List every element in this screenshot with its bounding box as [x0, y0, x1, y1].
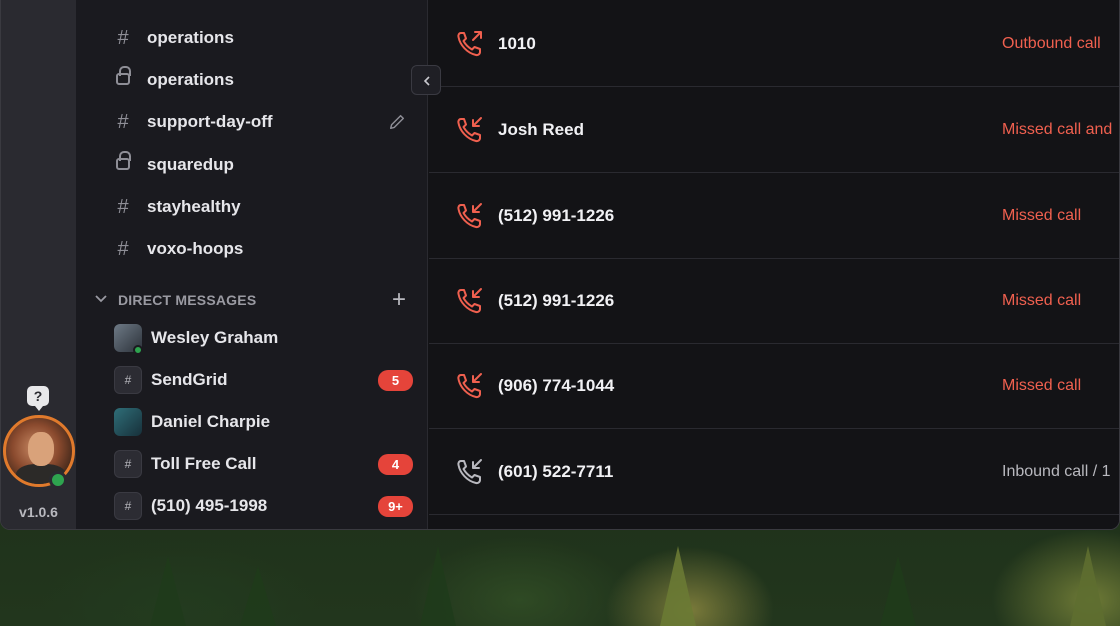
online-status-indicator	[133, 345, 143, 355]
hash-icon: #	[114, 492, 142, 520]
hash-icon: #	[117, 111, 129, 133]
call-row[interactable]: 1010 Outbound call	[429, 1, 1119, 87]
call-row[interactable]: (906) 774-1044 Missed call	[429, 343, 1119, 429]
collapse-sidebar-button[interactable]	[411, 65, 441, 95]
wallpaper-tree	[660, 546, 696, 626]
wallpaper-tree	[150, 556, 186, 626]
lock-icon	[116, 66, 131, 85]
add-dm-button[interactable]: +	[392, 288, 406, 312]
hash-icon: #	[117, 196, 129, 218]
caller-number: 1010	[498, 34, 536, 53]
app-version: v1.0.6	[19, 504, 58, 520]
caller-number: (601) 522-7711	[498, 462, 614, 481]
chevron-left-icon	[423, 76, 430, 86]
avatar	[114, 408, 142, 436]
sidebar-item-operations[interactable]: # operations	[76, 18, 428, 58]
dm-name: SendGrid	[151, 370, 228, 389]
sidebar-item-label: voxo-hoops	[147, 239, 244, 258]
call-row[interactable]: (512) 991-1226 Missed call	[429, 173, 1119, 259]
caller-number: (906) 774-1044	[498, 376, 615, 395]
wallpaper-tree	[420, 546, 456, 626]
missed-call-icon	[457, 373, 482, 399]
dm-item-sendgrid[interactable]: # SendGrid 5	[76, 359, 428, 401]
call-status: Missed call and	[1002, 121, 1113, 138]
hash-icon: #	[114, 450, 142, 478]
sidebar-item-voxo-hoops[interactable]: # voxo-hoops	[76, 229, 428, 269]
call-status: Missed call	[1002, 377, 1082, 394]
dm-name: Wesley Graham	[151, 328, 279, 347]
avatar-face	[28, 432, 54, 466]
call-status: Missed call	[1002, 292, 1082, 309]
call-row[interactable]: (512) 991-1226 Missed call	[429, 258, 1119, 344]
inbound-call-icon	[457, 459, 482, 485]
hash-icon: #	[117, 27, 129, 49]
call-row[interactable]: (601) 522-7711 Inbound call / 1	[429, 429, 1119, 515]
pencil-icon[interactable]	[388, 113, 406, 131]
sidebar-item-operations-private[interactable]: operations	[76, 60, 428, 100]
call-row[interactable]: Josh Reed Missed call and	[429, 87, 1119, 173]
missed-call-icon	[457, 203, 482, 229]
dm-name: Daniel Charpie	[151, 412, 271, 431]
dm-item-toll-free-call[interactable]: # Toll Free Call 4	[76, 443, 428, 485]
online-status-indicator	[49, 471, 67, 489]
wallpaper-tree	[880, 556, 916, 626]
sidebar-item-stayhealthy[interactable]: # stayhealthy	[76, 187, 428, 227]
outbound-call-icon	[457, 31, 482, 57]
direct-messages-title: DIRECT MESSAGES	[118, 292, 257, 308]
dm-item-510-495-1998[interactable]: # (510) 495-1998 9+	[76, 485, 428, 527]
wallpaper-tree	[240, 566, 276, 626]
dm-item-wesley-graham[interactable]: Wesley Graham	[76, 317, 428, 359]
caller-number: Josh Reed	[498, 120, 584, 139]
missed-call-icon	[457, 288, 482, 314]
caller-number: (512) 991-1226	[498, 291, 615, 310]
app-window: ? v1.0.6 # operations operations # suppo…	[0, 0, 1120, 530]
dm-item-daniel-charpie[interactable]: Daniel Charpie	[76, 401, 428, 443]
caller-number: (512) 991-1226	[498, 206, 615, 225]
lock-icon	[116, 151, 131, 170]
left-rail: ? v1.0.6	[1, 0, 76, 529]
call-status: Inbound call / 1	[1002, 463, 1111, 480]
direct-messages-header[interactable]: DIRECT MESSAGES +	[76, 288, 428, 314]
sidebar-item-support-day-off[interactable]: # support-day-off	[76, 102, 428, 142]
sidebar-item-label: stayhealthy	[147, 197, 241, 216]
unread-badge: 5	[378, 370, 413, 391]
unread-badge: 4	[378, 454, 413, 475]
call-status: Outbound call	[1002, 35, 1101, 52]
help-icon[interactable]: ?	[27, 386, 49, 411]
hash-icon: #	[117, 238, 129, 260]
call-status: Missed call	[1002, 207, 1082, 224]
sidebar-item-label: operations	[147, 70, 234, 89]
call-log: 1010 Outbound call Josh Reed Missed call…	[429, 0, 1119, 529]
dm-name: (510) 495-1998	[151, 496, 268, 515]
sidebar-item-squaredup[interactable]: squaredup	[76, 145, 428, 185]
sidebar-item-label: squaredup	[147, 155, 234, 174]
wallpaper-tree	[1070, 546, 1106, 626]
sidebar-item-label: operations	[147, 28, 234, 47]
hash-icon: #	[114, 366, 142, 394]
channel-sidebar: # operations operations # support-day-of…	[76, 0, 428, 529]
missed-call-icon	[457, 117, 482, 143]
chevron-down-icon[interactable]	[94, 292, 108, 306]
help-glyph: ?	[33, 388, 43, 404]
unread-badge: 9+	[378, 496, 413, 517]
sidebar-item-label: support-day-off	[147, 112, 273, 131]
dm-name: Toll Free Call	[151, 454, 257, 473]
